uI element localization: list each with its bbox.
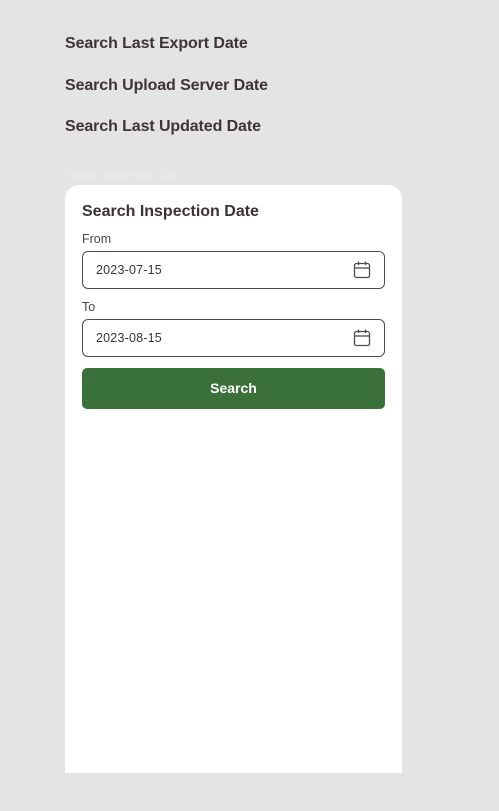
search-inspection-date-sheet: Search Inspection Date From 2023-07-15 T…: [65, 185, 402, 773]
search-inspection-date-option-faded: Search Inspection Date: [65, 170, 180, 182]
to-label: To: [82, 300, 96, 314]
from-date-value: 2023-07-15: [96, 263, 162, 277]
search-last-export-date-option[interactable]: Search Last Export Date: [65, 35, 248, 53]
sheet-title: Search Inspection Date: [82, 203, 259, 220]
search-button[interactable]: Search: [82, 368, 385, 409]
from-date-field[interactable]: 2023-07-15: [82, 251, 385, 289]
calendar-icon[interactable]: [352, 328, 372, 348]
search-upload-server-date-option[interactable]: Search Upload Server Date: [65, 77, 268, 95]
to-date-value: 2023-08-15: [96, 331, 162, 345]
calendar-icon[interactable]: [352, 260, 372, 280]
search-last-updated-date-option[interactable]: Search Last Updated Date: [65, 118, 261, 136]
from-label: From: [82, 232, 112, 246]
to-date-field[interactable]: 2023-08-15: [82, 319, 385, 357]
page: Search Last Export Date Search Upload Se…: [0, 0, 499, 811]
